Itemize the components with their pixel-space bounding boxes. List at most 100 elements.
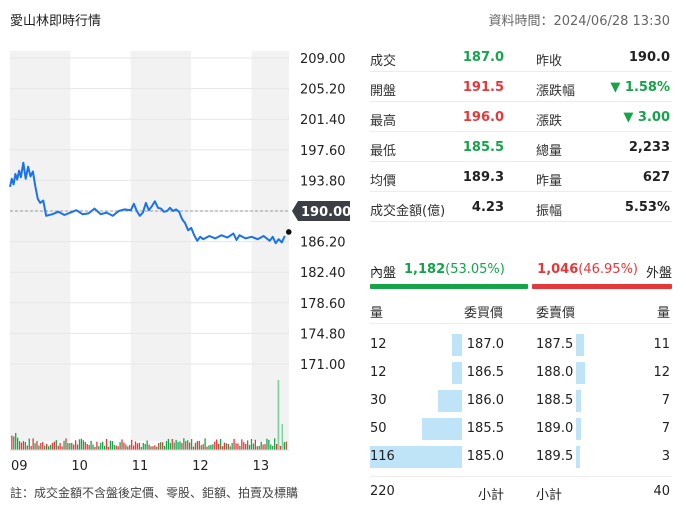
volume-bar — [185, 441, 187, 450]
volume-bar — [264, 444, 266, 450]
volume-bar — [40, 442, 42, 450]
inner-volume-percent: (53.05%) — [445, 262, 505, 277]
volume-bar — [61, 446, 63, 450]
volume-bar — [123, 442, 125, 450]
footnote: 註：成交金額不含盤後定價、零股、鉅額、拍賣及標購 — [10, 486, 299, 500]
stat-value: 5.53% — [624, 200, 670, 215]
volume-bar — [219, 438, 222, 450]
bid-price-header: 委買價 — [464, 306, 504, 321]
volume-bar — [250, 439, 253, 450]
intraday-chart: 209.00 205.20 201.40 197.60 193.80 186.20 182.… — [9, 51, 351, 474]
volume-bar — [13, 436, 15, 450]
ask-volume-bar — [576, 362, 585, 384]
ask-total: 40 — [653, 484, 670, 499]
hour-band — [130, 51, 192, 441]
y-tick-label: 186.20 — [300, 236, 346, 251]
volume-bar — [88, 445, 90, 450]
volume-bar — [51, 442, 54, 450]
volume-bar — [67, 443, 69, 450]
volume-bar — [125, 444, 127, 450]
hour-band — [10, 51, 71, 441]
volume-bar — [275, 443, 278, 450]
bid-volume: 12 — [370, 365, 387, 380]
y-tick-label: 205.20 — [300, 83, 346, 98]
outer-volume-bar — [532, 284, 672, 289]
volume-bar — [163, 445, 166, 450]
x-tick-label: 13 — [253, 459, 270, 474]
volume-bar — [169, 442, 171, 450]
volume-bar — [119, 442, 121, 450]
volume-bar — [132, 445, 135, 450]
volume-bar — [262, 444, 264, 450]
volume-bar — [117, 446, 119, 450]
ask-volume-bar — [576, 390, 581, 412]
volume-bar — [227, 444, 229, 450]
order-book-divider — [370, 323, 672, 324]
volume-bar — [55, 440, 57, 450]
stat-value: 189.3 — [462, 170, 504, 185]
x-tick-label: 09 — [11, 459, 28, 474]
volume-bar — [225, 443, 228, 450]
volume-bar — [204, 438, 206, 450]
volume-bar — [198, 440, 200, 450]
inner-volume-label: 內盤 — [370, 266, 397, 281]
volume-bar — [144, 443, 146, 450]
volume-bar — [65, 438, 67, 450]
volume-bar — [216, 439, 218, 450]
row-divider — [370, 191, 672, 192]
stat-value: 196.0 — [462, 110, 504, 125]
outer-volume-number: 1,046 — [537, 262, 579, 277]
volume-bar — [69, 443, 71, 450]
outer-volume-percent: (46.95%) — [578, 262, 638, 277]
volume-bar — [274, 438, 276, 450]
row-divider — [370, 161, 672, 162]
bid-price: 186.5 — [466, 365, 504, 380]
volume-bar — [86, 444, 88, 450]
volume-bar — [254, 439, 256, 450]
volume-bar — [181, 443, 183, 450]
stat-value: 627 — [642, 170, 670, 185]
bid-volume-header: 量 — [370, 306, 384, 321]
order-book-row: 50 185.5 189.0 7 — [370, 418, 672, 440]
volume-bar — [73, 444, 75, 450]
bid-volume: 116 — [370, 449, 395, 464]
volume-bar — [71, 442, 73, 450]
bid-volume: 12 — [370, 337, 387, 352]
stat-value: 2,233 — [628, 140, 670, 155]
stat-row: 開盤 191.5 漲跌幅 ▼ 1.58% — [370, 76, 672, 102]
volume-bar — [229, 446, 231, 450]
volume-bar — [134, 441, 137, 450]
volume-bar — [42, 442, 44, 450]
volume-bar — [187, 440, 189, 450]
volume-bar — [113, 444, 115, 450]
bid-total: 220 — [370, 484, 395, 499]
volume-bar — [102, 441, 104, 450]
volume-bar — [115, 445, 117, 450]
volume-bar — [239, 445, 241, 450]
bid-price: 185.5 — [466, 421, 504, 436]
last-price-dot — [285, 229, 292, 235]
volume-bar — [24, 441, 27, 450]
volume-bar — [241, 439, 243, 450]
volume-bar — [171, 439, 173, 450]
volume-bar — [266, 438, 268, 450]
volume-bar — [28, 438, 30, 450]
y-tick-label: 197.60 — [300, 144, 346, 159]
y-tick-label: 193.80 — [300, 174, 346, 189]
volume-bar — [76, 444, 79, 450]
volume-bar — [245, 443, 247, 450]
volume-bar — [98, 446, 100, 450]
ask-volume-header: 量 — [656, 306, 670, 321]
volume-bar — [96, 441, 98, 450]
volume-bar — [59, 442, 61, 450]
volume-bar — [188, 442, 191, 450]
volume-bar — [248, 444, 251, 450]
ask-volume-bar — [576, 418, 581, 440]
volume-bar — [237, 443, 239, 450]
y-tick-label: 174.80 — [300, 327, 346, 342]
reference-price-label: 190.00 — [301, 205, 351, 220]
volume-bar — [111, 441, 113, 450]
volume-bar — [283, 442, 285, 450]
volume-peak-bar — [277, 380, 280, 450]
y-tick-label: 182.40 — [300, 266, 346, 281]
